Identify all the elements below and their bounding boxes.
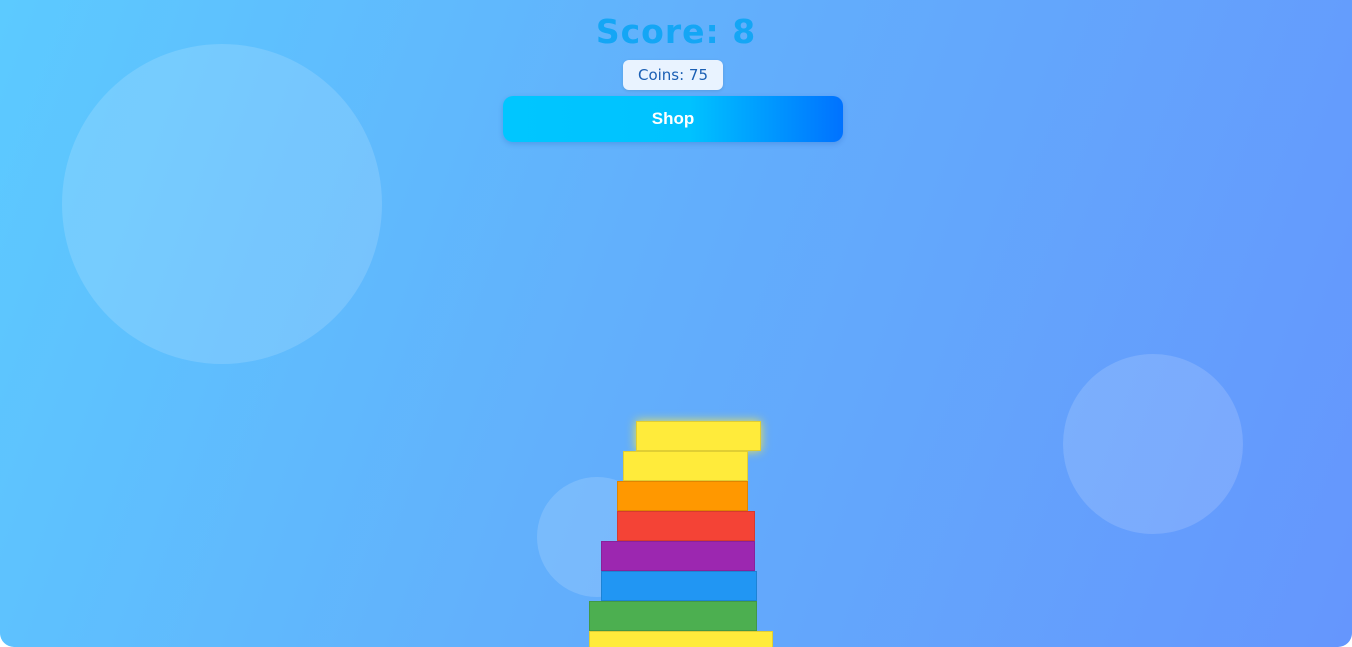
tower-block-yellow — [589, 631, 773, 647]
score-display: Score: 8 — [0, 12, 1352, 51]
tower-block-yellow — [623, 451, 748, 481]
tower-block-blue — [601, 571, 757, 601]
shop-button[interactable]: Shop — [503, 96, 843, 142]
score-value: 8 — [732, 12, 757, 51]
tower-block-orange — [617, 481, 748, 511]
coins-badge: Coins: 75 — [623, 60, 723, 90]
score-label: Score: — [595, 12, 720, 51]
tower-block-green — [589, 601, 757, 631]
game-stage[interactable]: Score: 8 Coins: 75 Shop — [0, 0, 1352, 647]
background-bubble — [1063, 354, 1243, 534]
background-bubble — [62, 44, 382, 364]
tower-block-purple — [601, 541, 755, 571]
tower-block-yellow — [636, 421, 761, 451]
tower-block-red — [617, 511, 755, 541]
